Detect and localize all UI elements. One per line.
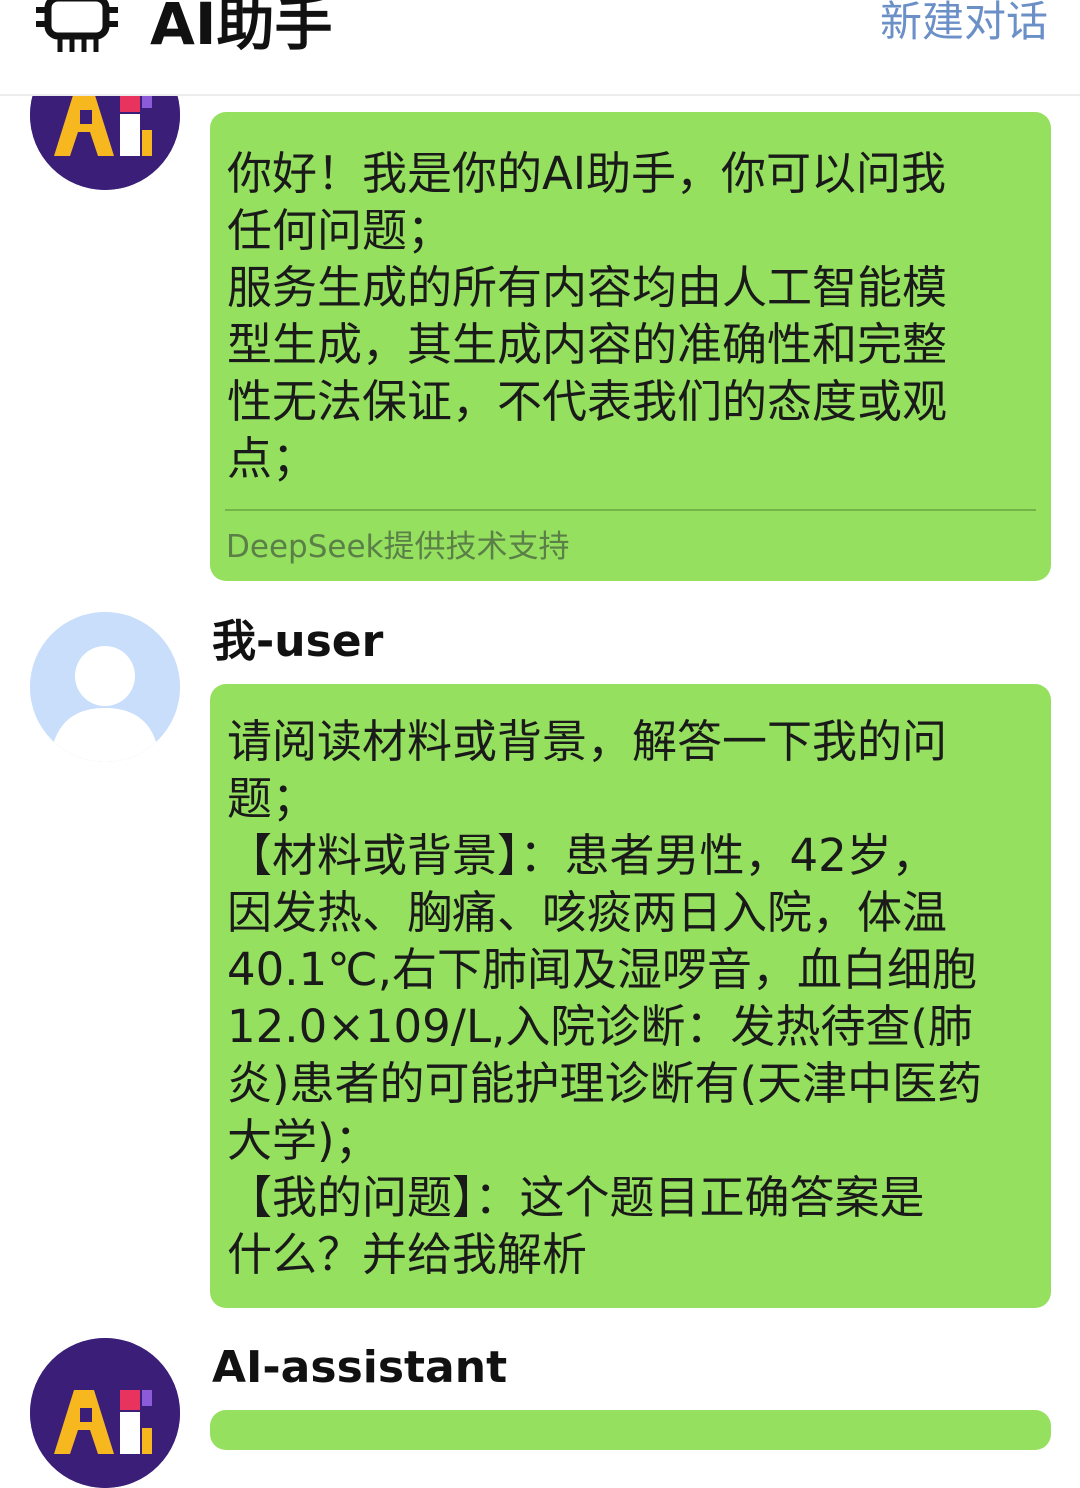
message-text: 你好！我是你的AI助手，你可以问我 任何问题； 服务生成的所有内容均由人工智能模… xyxy=(227,147,948,485)
ai-message-bubble: 你好！我是你的AI助手，你可以问我 任何问题； 服务生成的所有内容均由人工智能模… xyxy=(210,112,1051,581)
sender-name: AI-assistant xyxy=(212,1342,508,1393)
app-header: AI助手 新建对话 xyxy=(0,0,1080,96)
sender-name: 我-user xyxy=(212,616,384,667)
powered-by-label: DeepSeek提供技术支持 xyxy=(226,529,570,565)
message-text: 请阅读材料或背景，解答一下我的问 题； 【材料或背景】：患者男性，42岁， 因发… xyxy=(227,715,983,1281)
ai-avatar xyxy=(30,1338,180,1488)
user-message-bubble: 请阅读材料或背景，解答一下我的问 题； 【材料或背景】：患者男性，42岁， 因发… xyxy=(210,684,1051,1308)
ai-logo-icon xyxy=(30,1338,180,1488)
user-avatar xyxy=(30,612,180,762)
user-silhouette-icon xyxy=(30,612,180,762)
new-chat-button[interactable]: 新建对话 xyxy=(880,0,1048,50)
ai-message-bubble xyxy=(210,1410,1051,1450)
robot-icon xyxy=(36,0,118,52)
page-title: AI助手 xyxy=(150,0,333,58)
